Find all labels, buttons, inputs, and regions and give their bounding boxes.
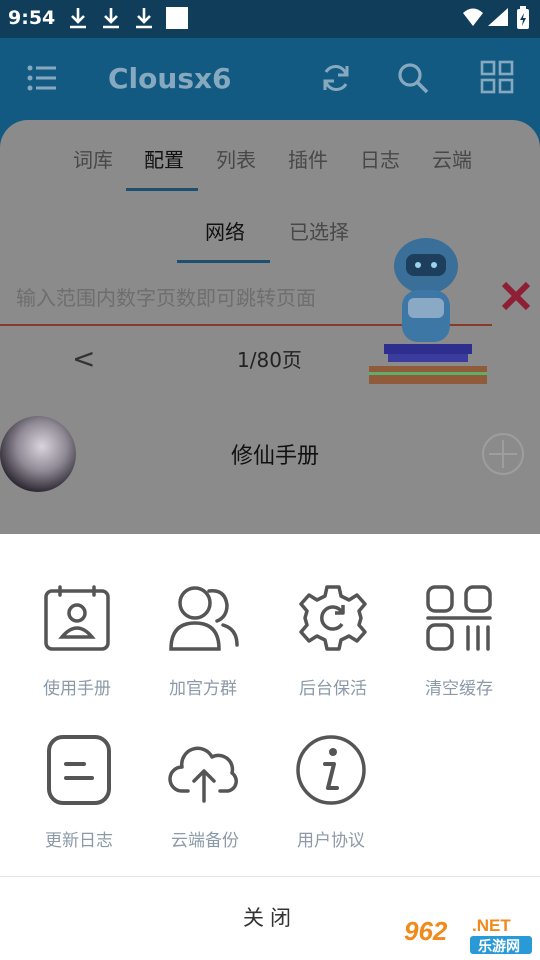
grid-icon[interactable] [480, 60, 514, 94]
list-item-name[interactable]: 修仙手册 [231, 438, 319, 470]
sheet-item-label: 云端备份 [171, 831, 239, 851]
robot-illustration [369, 238, 487, 384]
tab-ciku[interactable]: 词库 [73, 144, 113, 173]
tab-rizhi[interactable]: 日志 [360, 144, 400, 173]
add-icon[interactable] [481, 432, 525, 476]
pager-label: 1/80页 [237, 348, 302, 372]
tab-chajian[interactable]: 插件 [288, 144, 328, 173]
notification-square [166, 7, 188, 29]
watermark-domain: .NET [472, 916, 511, 935]
active-tab-indicator [126, 188, 198, 191]
manual-icon [44, 585, 110, 651]
tab-liebiao[interactable]: 列表 [216, 144, 256, 173]
watermark-number: 962 [404, 916, 448, 946]
menu-icon[interactable] [27, 64, 57, 92]
pager-prev-button[interactable]: < [72, 342, 95, 375]
tab-bar: 词库 配置 列表 插件 日志 云端 [0, 144, 540, 192]
bottom-sheet: 使用手册 加官方群 后台保活 清空缓存 更新日志 云端备份 用户协议 关闭 [0, 534, 540, 960]
clear-cache-icon [426, 585, 492, 651]
sheet-item-label: 加官方群 [169, 679, 237, 699]
info-icon [296, 735, 366, 805]
sheet-item-changelog[interactable]: 更新日志 [16, 730, 142, 851]
page-jump-input[interactable]: 输入范围内数字页数即可跳转页面 [16, 282, 316, 311]
cloud-upload-icon [168, 746, 238, 803]
sheet-item-clear-cache[interactable]: 清空缓存 [396, 578, 522, 699]
wifi-icon [463, 8, 483, 26]
sheet-item-user-agreement[interactable]: 用户协议 [268, 730, 394, 851]
subtab-selected[interactable]: 已选择 [289, 216, 349, 245]
active-subtab-indicator [177, 260, 270, 263]
sheet-item-join-group[interactable]: 加官方群 [140, 578, 266, 699]
search-icon[interactable] [397, 62, 429, 94]
tab-yunduan[interactable]: 云端 [432, 144, 472, 173]
signal-icon [488, 8, 508, 26]
sheet-item-label: 清空缓存 [425, 679, 493, 699]
app-title: Clousx6 [108, 62, 232, 95]
status-time: 9:54 [8, 7, 56, 29]
sheet-item-cloud-backup[interactable]: 云端备份 [142, 730, 268, 851]
sheet-item-manual[interactable]: 使用手册 [14, 578, 140, 699]
subtab-network[interactable]: 网络 [205, 216, 245, 245]
group-icon [169, 586, 239, 651]
tab-peizhi[interactable]: 配置 [144, 144, 184, 173]
battery-icon [517, 6, 529, 29]
content-card: 词库 配置 列表 插件 日志 云端 网络 已选择 输入范围内数字页数即可跳转页面… [0, 120, 540, 540]
download-icon [70, 8, 86, 29]
refresh-icon[interactable] [320, 62, 352, 94]
log-icon [47, 735, 111, 805]
sheet-item-keep-alive[interactable]: 后台保活 [270, 578, 396, 699]
clear-input-icon[interactable] [500, 280, 532, 312]
sheet-item-label: 更新日志 [45, 831, 113, 851]
watermark-logo: 962 .NET 乐游网 [400, 912, 534, 956]
status-bar: 9:54 [0, 0, 540, 38]
sheet-item-label: 使用手册 [43, 679, 111, 699]
download-icon [103, 8, 119, 29]
sheet-item-label: 后台保活 [299, 679, 367, 699]
watermark-brand: 乐游网 [478, 939, 520, 955]
sheet-item-label: 用户协议 [297, 831, 365, 851]
download-icon [136, 8, 152, 29]
gear-icon [299, 585, 367, 651]
avatar [0, 416, 76, 492]
